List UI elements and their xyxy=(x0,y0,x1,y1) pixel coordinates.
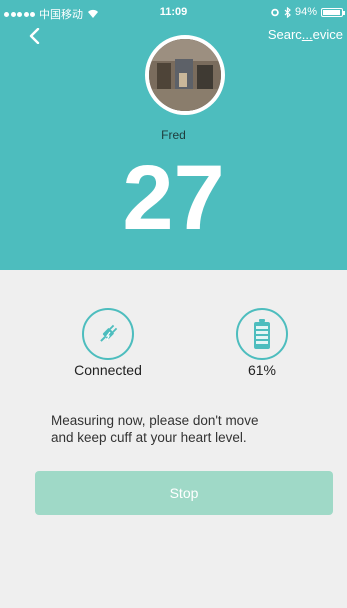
status-battery-icon xyxy=(321,7,345,17)
battery-percent: 94% xyxy=(294,6,317,18)
avatar[interactable] xyxy=(145,35,225,115)
stop-button[interactable]: Stop xyxy=(35,471,333,515)
connection-status-label: Connected xyxy=(74,362,142,378)
message-line-2: and keep cuff at your heart level. xyxy=(51,430,247,445)
battery-level-label: 61% xyxy=(247,362,277,378)
battery-icon xyxy=(236,308,288,360)
user-name: Fred xyxy=(161,128,186,142)
plug-icon xyxy=(82,308,134,360)
alarm-icon xyxy=(271,8,279,17)
status-bar: 中国移动 11:09 94% xyxy=(0,0,347,22)
measuring-message: Measuring now, please don't move and kee… xyxy=(51,412,321,446)
avatar-photo xyxy=(149,39,221,111)
battery-status-block xyxy=(232,308,292,360)
status-right: 94% xyxy=(270,6,345,18)
search-label-gap: ... xyxy=(301,27,313,42)
message-line-1: Measuring now, please don't move xyxy=(51,413,259,428)
search-device-link[interactable]: Searc...evice xyxy=(268,27,343,42)
search-label-end: evice xyxy=(312,27,343,42)
chevron-left-icon[interactable] xyxy=(28,27,42,45)
measurement-value: 27 xyxy=(122,147,225,249)
bluetooth-icon xyxy=(284,6,291,18)
header-panel: 中国移动 11:09 94% Searc...evice Fred 27 xyxy=(0,0,347,270)
connection-status-block xyxy=(78,308,138,360)
search-label-start: Searc xyxy=(267,27,302,42)
